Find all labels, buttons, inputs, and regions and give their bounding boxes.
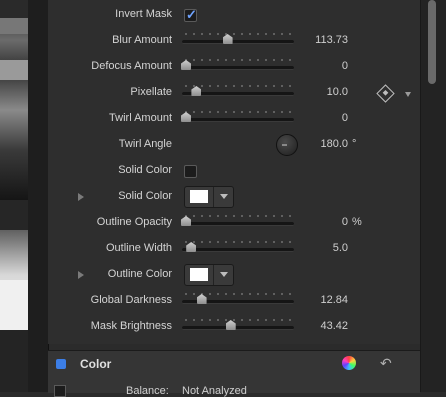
slider-ticks — [182, 32, 294, 36]
param-label: Invert Mask — [115, 8, 172, 20]
param-checkbox[interactable]: ✓ — [184, 7, 197, 22]
color-well[interactable] — [184, 186, 234, 208]
param-slider[interactable] — [182, 292, 294, 304]
param-row-defocus-amount: Defocus Amount 0 — [48, 54, 420, 80]
viewer-bottom — [0, 330, 28, 392]
angle-dial[interactable] — [276, 134, 298, 156]
param-label: Blur Amount — [112, 34, 172, 46]
param-value[interactable]: 5.0 — [300, 242, 348, 254]
param-row-outline-width: Outline Width 5.0 — [48, 236, 420, 262]
param-unit: ° — [352, 138, 357, 150]
color-dropdown-icon[interactable] — [213, 265, 234, 285]
param-label: Solid Color — [118, 164, 172, 176]
slider-ticks — [182, 110, 294, 114]
slider-ticks — [182, 214, 294, 218]
param-label: Mask Brightness — [90, 320, 172, 332]
param-slider[interactable] — [182, 58, 294, 70]
param-checkbox[interactable] — [184, 165, 197, 178]
param-row-mask-brightness: Mask Brightness 43.42 — [48, 314, 420, 340]
param-label: Global Darkness — [90, 294, 172, 306]
color-well[interactable] — [184, 264, 234, 286]
param-row-outline-color: Outline Color — [48, 262, 420, 288]
param-row-solid-color: Solid Color — [48, 158, 420, 184]
balance-value: Not Analyzed — [182, 385, 247, 397]
param-slider[interactable] — [182, 110, 294, 122]
param-row-blur-amount: Blur Amount 113.73 — [48, 28, 420, 54]
param-slider[interactable] — [182, 214, 294, 226]
param-row-solid-color: Solid Color — [48, 184, 420, 210]
slider-ticks — [182, 292, 294, 296]
param-unit: % — [352, 216, 362, 228]
param-row-twirl-amount: Twirl Amount 0 — [48, 106, 420, 132]
slider-ticks — [182, 240, 294, 244]
disclosure-triangle-icon[interactable] — [78, 271, 84, 279]
param-slider[interactable] — [182, 84, 294, 96]
checkmark-icon: ✓ — [186, 7, 197, 22]
disclosure-triangle-icon[interactable] — [78, 193, 84, 201]
param-row-twirl-angle: Twirl Angle 180.0 ° — [48, 132, 420, 158]
slider-ticks — [182, 58, 294, 62]
inspector-gutter — [28, 0, 49, 392]
color-section-header[interactable]: Color ↶ Balance: Not Analyzed — [48, 350, 420, 397]
color-swatch[interactable] — [190, 190, 208, 203]
param-value[interactable]: 43.42 — [300, 320, 348, 332]
balance-checkbox[interactable] — [54, 385, 66, 397]
reset-icon[interactable]: ↶ — [380, 355, 392, 372]
param-row-invert-mask: Invert Mask ✓ — [48, 2, 420, 28]
param-slider[interactable] — [182, 32, 294, 44]
param-label: Twirl Amount — [109, 112, 172, 124]
param-label: Outline Opacity — [96, 216, 172, 228]
param-slider[interactable] — [182, 240, 294, 252]
param-label: Pixellate — [130, 86, 172, 98]
param-row-global-darkness: Global Darkness 12.84 — [48, 288, 420, 314]
param-label: Outline Width — [105, 242, 172, 254]
param-label: Defocus Amount — [91, 60, 172, 72]
param-value[interactable]: 0 — [300, 216, 348, 228]
dropdown-arrow-icon[interactable] — [405, 92, 411, 97]
slider-ticks — [182, 318, 294, 322]
param-row-outline-opacity: Outline Opacity 0% — [48, 210, 420, 236]
section-enable-checkbox[interactable] — [56, 359, 66, 369]
param-row-pixellate: Pixellate 10.0 — [48, 80, 420, 106]
slider-ticks — [182, 84, 294, 88]
param-value[interactable]: 10.0 — [300, 86, 348, 98]
param-label: Outline Color — [107, 268, 172, 280]
param-value[interactable]: 180.0 — [300, 138, 348, 150]
param-value[interactable]: 0 — [300, 60, 348, 72]
balance-label: Balance: — [126, 385, 169, 397]
param-value[interactable]: 12.84 — [300, 294, 348, 306]
scrollbar-thumb[interactable] — [428, 0, 436, 84]
viewer-image-edge — [0, 0, 28, 330]
param-value[interactable]: 0 — [300, 112, 348, 124]
param-slider[interactable] — [182, 318, 294, 330]
param-label: Solid Color — [118, 190, 172, 202]
param-label: Twirl Angle — [118, 138, 172, 150]
color-swatch[interactable] — [190, 268, 208, 281]
param-value[interactable]: 113.73 — [300, 34, 348, 46]
color-wheel-icon[interactable] — [342, 356, 356, 370]
color-dropdown-icon[interactable] — [213, 187, 234, 207]
section-title: Color — [80, 357, 112, 371]
